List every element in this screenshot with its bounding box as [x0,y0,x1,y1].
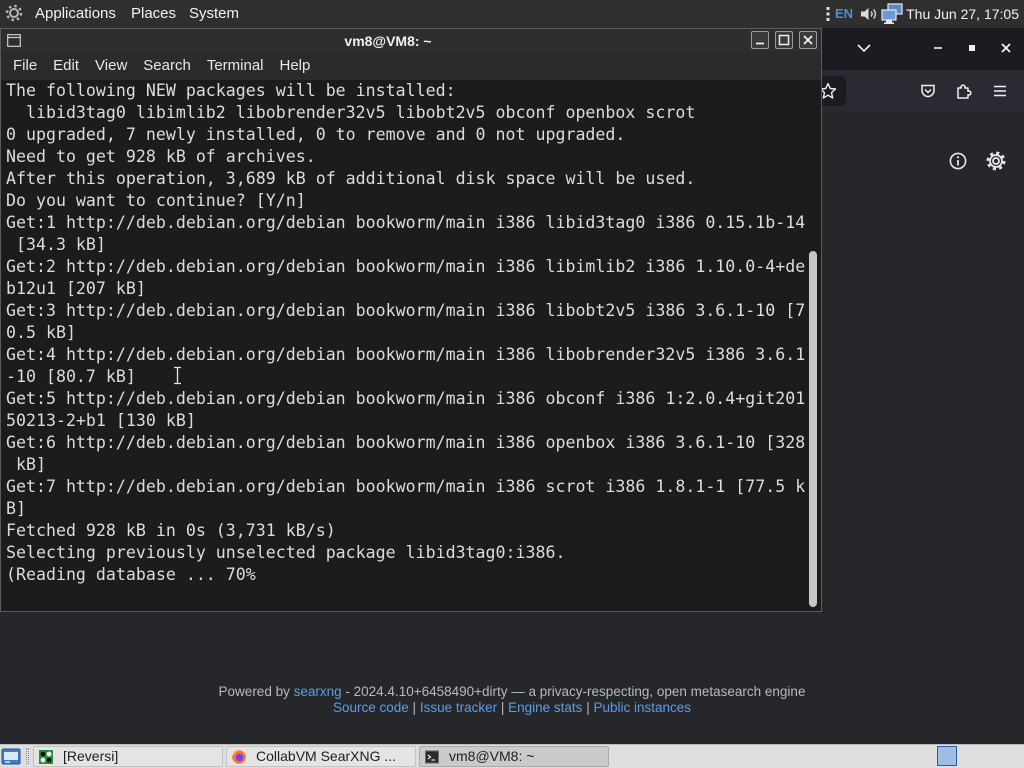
taskbar-item-label: CollabVM SearXNG ... [256,748,397,764]
close-button[interactable] [799,31,817,49]
taskbar-item-label: vm8@VM8: ~ [449,748,535,764]
clock[interactable]: Thu Jun 27, 17:05 [906,0,1019,28]
terminal-line: (Reading database ... 70% [6,565,256,584]
public-instances-link[interactable]: Public instances [593,700,691,715]
menu-search[interactable]: Search [135,52,199,80]
taskbar-item-terminal[interactable]: vm8@VM8: ~ [419,746,609,767]
terminal-line: Get:2 http://deb.debian.org/debian bookw… [6,257,806,276]
places-menu[interactable]: Places [131,0,176,28]
version-text: - 2024.4.10+6458490+dirty — a privacy-re… [345,684,806,699]
taskbar-item-label: [Reversi] [63,748,119,764]
browser-minimize-button[interactable] [932,42,944,54]
terminal-line: Do you want to continue? [Y/n] [6,191,306,210]
maximize-icon [778,34,790,46]
terminal-line: Get:6 http://deb.debian.org/debian bookw… [6,433,806,452]
terminal-line: Get:3 http://deb.debian.org/debian bookw… [6,301,806,320]
terminal-scrollbar[interactable] [806,80,821,610]
chevron-down-icon[interactable] [856,42,872,54]
panel-handle[interactable] [26,748,29,764]
menu-help[interactable]: Help [272,52,319,80]
window-title: vm8@VM8: ~ [344,33,432,49]
footer-separator: | [586,700,590,715]
browser-maximize-button[interactable] [966,42,978,54]
terminal-line: 0 upgraded, 7 newly installed, 0 to remo… [6,125,626,144]
terminal-line: Get:1 http://deb.debian.org/debian bookw… [6,213,806,232]
terminal-line: 0.5 kB] [6,323,76,342]
terminal-line: Get:5 http://deb.debian.org/debian bookw… [6,389,806,408]
speaker-icon[interactable] [860,6,878,22]
menu-edit[interactable]: Edit [45,52,87,80]
taskbar-item-reversi[interactable]: [Reversi] [33,746,223,767]
terminal-titlebar[interactable]: vm8@VM8: ~ [1,29,821,53]
applications-menu[interactable]: Applications [35,0,116,28]
browser-close-button[interactable] [1000,42,1012,54]
terminal-line: Selecting previously unselected package … [6,543,566,562]
terminal-window[interactable]: vm8@VM8: ~ File Edit View Search Termina… [0,28,822,612]
scrollbar-thumb[interactable] [809,251,817,607]
workspace-icon[interactable] [937,746,957,766]
footer-links: Source code | Issue tracker | Engine sta… [0,700,1024,716]
firefox-icon [232,750,246,764]
mouse-ibeam-icon [173,366,182,385]
terminal-line: Fetched 928 kB in 0s (3,731 kB/s) [6,521,336,540]
top-panel: Applications Places System EN Thu Jun 27… [0,0,1024,28]
engine-stats-link[interactable]: Engine stats [508,700,582,715]
maximize-button[interactable] [775,31,793,49]
searxng-powered-by: Powered by searxng - 2024.4.10+6458490+d… [0,684,1024,700]
system-logo-icon[interactable] [5,4,23,22]
powered-by-label: Powered by [218,684,290,699]
terminal-output[interactable]: The following NEW packages will be insta… [1,80,806,610]
terminal-line: 50213-2+b1 [130 kB] [6,411,196,430]
menu-view[interactable]: View [87,52,135,80]
footer-separator: | [412,700,417,715]
terminal-menubar: File Edit View Search Terminal Help [1,52,821,80]
terminal-line: B] [6,499,26,518]
taskbar: [Reversi] CollabVM SearXNG ... vm8@VM8: … [0,744,1024,768]
pocket-icon[interactable] [919,82,937,100]
terminal-line: Get:7 http://deb.debian.org/debian bookw… [6,477,806,496]
terminal-icon [425,750,439,764]
extensions-icon[interactable] [955,82,973,100]
footer-separator: | [500,700,505,715]
source-code-link[interactable]: Source code [333,700,409,715]
minimize-icon [756,42,764,45]
menu-terminal[interactable]: Terminal [199,52,272,80]
show-desktop-icon[interactable] [1,746,21,766]
terminal-line: Need to get 928 kB of archives. [6,147,316,166]
info-icon[interactable] [949,152,967,170]
keyboard-layout-indicator[interactable]: EN [835,0,853,28]
reversi-icon [39,750,53,764]
terminal-line: libid3tag0 libimlib2 libobrender32v5 lib… [6,103,696,122]
issue-tracker-link[interactable]: Issue tracker [420,700,497,715]
terminal-line: [34.3 kB] [6,235,106,254]
system-menu[interactable]: System [189,0,239,28]
terminal-line: b12u1 [207 kB] [6,279,146,298]
hamburger-menu-icon[interactable] [991,82,1009,100]
menu-file[interactable]: File [5,52,45,80]
taskbar-item-firefox[interactable]: CollabVM SearXNG ... [226,746,416,767]
terminal-line: After this operation, 3,689 kB of additi… [6,169,696,188]
gear-icon[interactable] [986,151,1006,171]
indicator-dots-icon[interactable] [826,6,830,22]
searxng-link[interactable]: searxng [294,684,342,699]
terminal-line: The following NEW packages will be insta… [6,81,456,100]
terminal-line: kB] [6,455,46,474]
network-icon[interactable] [880,3,904,25]
minimize-button[interactable] [751,31,769,49]
close-icon [803,35,813,45]
terminal-line: -10 [80.7 kB] [6,367,136,386]
terminal-line: Get:4 http://deb.debian.org/debian bookw… [6,345,806,364]
